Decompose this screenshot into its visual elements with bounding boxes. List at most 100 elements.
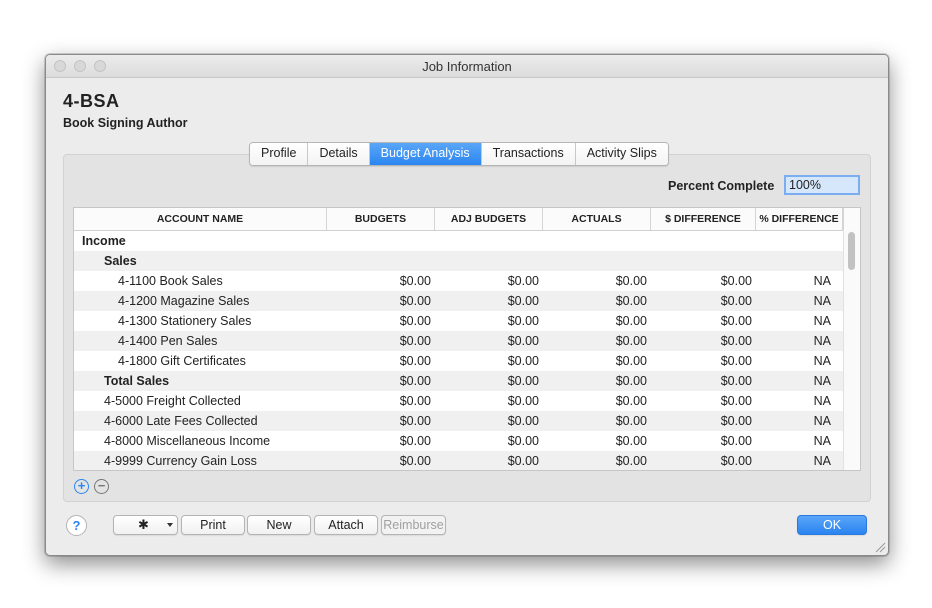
table-row[interactable]: 4-9999 Currency Gain Loss $0.00 $0.00 $0.00… bbox=[74, 451, 843, 470]
question-icon[interactable]: ? bbox=[66, 515, 87, 536]
table-row[interactable]: 4-1300 Stationery Sales $0.00 $0.00 $0.00 $0… bbox=[74, 311, 843, 331]
diff-cell: $0.00 bbox=[720, 454, 752, 468]
adj-budgets-cell: $0.00 bbox=[507, 374, 539, 388]
pct-diff-cell: NA bbox=[813, 414, 831, 428]
account-name-cell: 4-9999 Currency Gain Loss bbox=[104, 454, 257, 468]
account-name-cell: 4-8000 Miscellaneous Income bbox=[104, 434, 271, 448]
pct-diff-cell: NA bbox=[813, 314, 831, 328]
new-button[interactable]: New bbox=[247, 515, 311, 535]
tab-transactions[interactable]: Transactions bbox=[481, 143, 576, 165]
diff-cell: $0.00 bbox=[720, 314, 752, 328]
adj-budgets-cell: $0.00 bbox=[507, 274, 539, 288]
table-row[interactable]: Income bbox=[74, 231, 843, 251]
adj-budgets-cell: $0.00 bbox=[507, 414, 539, 428]
tab-activity-slips[interactable]: Activity Slips bbox=[575, 143, 668, 165]
column-header-adj-budgets[interactable]: ADJ BUDGETS bbox=[435, 208, 543, 230]
actuals-cell: $0.00 bbox=[615, 274, 647, 288]
table-row[interactable]: 4-6000 Late Fees Collected $0.00 $0.00 $0.0… bbox=[74, 411, 843, 431]
table-header: ACCOUNT NAME BUDGETS ADJ BUDGETS ACTUALS… bbox=[74, 208, 843, 231]
actuals-cell: $0.00 bbox=[615, 394, 647, 408]
resize-grip-icon[interactable] bbox=[875, 542, 886, 553]
plus-circle-icon[interactable]: + bbox=[74, 479, 89, 494]
account-name-cell: 4-1200 Magazine Sales bbox=[118, 294, 250, 308]
column-header-account-name[interactable]: ACCOUNT NAME bbox=[74, 208, 327, 230]
pct-diff-cell: NA bbox=[813, 394, 831, 408]
table-body: Income Sales 4-1100 Book Sales $0.00 $0.00 $0… bbox=[74, 231, 843, 470]
table-row[interactable]: 4-1800 Gift Certificates $0.00 $0.00 $0.00 $… bbox=[74, 351, 843, 371]
gear-menu-button[interactable]: ✱ bbox=[113, 515, 178, 535]
tab-budget-analysis[interactable]: Budget Analysis bbox=[369, 143, 482, 165]
diff-cell: $0.00 bbox=[720, 274, 752, 288]
actuals-cell: $0.00 bbox=[615, 434, 647, 448]
adj-budgets-cell: $0.00 bbox=[507, 334, 539, 348]
column-header-budgets[interactable]: BUDGETS bbox=[327, 208, 435, 230]
gear-icon: ✱ bbox=[138, 517, 149, 532]
budgets-cell: $0.00 bbox=[399, 294, 431, 308]
column-header-percent-difference[interactable]: % DIFFERENCE bbox=[756, 208, 843, 230]
actuals-cell: $0.00 bbox=[615, 334, 647, 348]
budgets-cell: $0.00 bbox=[399, 394, 431, 408]
percent-complete-input[interactable] bbox=[784, 175, 860, 195]
budgets-cell: $0.00 bbox=[399, 374, 431, 388]
tab-bar: Profile Details Budget Analysis Transact… bbox=[249, 142, 669, 166]
ok-button[interactable]: OK bbox=[797, 515, 867, 535]
minus-circle-icon[interactable]: − bbox=[94, 479, 109, 494]
column-header-dollar-difference[interactable]: $ DIFFERENCE bbox=[651, 208, 756, 230]
column-header-actuals[interactable]: ACTUALS bbox=[543, 208, 651, 230]
vertical-scrollbar[interactable] bbox=[843, 230, 860, 470]
table-row[interactable]: 4-8000 Miscellaneous Income $0.00 $0.00 $0.… bbox=[74, 431, 843, 451]
actuals-cell: $0.00 bbox=[615, 314, 647, 328]
adj-budgets-cell: $0.00 bbox=[507, 294, 539, 308]
table-row[interactable]: 4-1100 Book Sales $0.00 $0.00 $0.00 $0.00 NA bbox=[74, 271, 843, 291]
title-bar[interactable]: Job Information bbox=[46, 55, 888, 78]
budgets-cell: $0.00 bbox=[399, 454, 431, 468]
actuals-cell: $0.00 bbox=[615, 414, 647, 428]
pct-diff-cell: NA bbox=[813, 434, 831, 448]
chevron-down-icon bbox=[167, 523, 173, 527]
reimburse-button: Reimburse bbox=[381, 515, 446, 535]
budgets-cell: $0.00 bbox=[399, 314, 431, 328]
adj-budgets-cell: $0.00 bbox=[507, 394, 539, 408]
print-button[interactable]: Print bbox=[181, 515, 245, 535]
account-name-cell: Sales bbox=[104, 254, 137, 268]
diff-cell: $0.00 bbox=[720, 294, 752, 308]
diff-cell: $0.00 bbox=[720, 354, 752, 368]
account-name-cell: Income bbox=[82, 234, 126, 248]
table-row[interactable]: 4-1200 Magazine Sales $0.00 $0.00 $0.00 $0.0… bbox=[74, 291, 843, 311]
table-row[interactable]: Sales bbox=[74, 251, 843, 271]
actuals-cell: $0.00 bbox=[615, 354, 647, 368]
table-row[interactable]: Total Sales $0.00 $0.00 $0.00 $0.00 NA bbox=[74, 371, 843, 391]
pct-diff-cell: NA bbox=[813, 454, 831, 468]
scrollbar-thumb[interactable] bbox=[848, 232, 855, 270]
adj-budgets-cell: $0.00 bbox=[507, 354, 539, 368]
tab-profile[interactable]: Profile bbox=[250, 143, 309, 165]
budget-table: ACCOUNT NAME BUDGETS ADJ BUDGETS ACTUALS… bbox=[73, 207, 861, 471]
budgets-cell: $0.00 bbox=[399, 414, 431, 428]
tab-details[interactable]: Details bbox=[308, 143, 370, 165]
pct-diff-cell: NA bbox=[813, 274, 831, 288]
attach-button[interactable]: Attach bbox=[314, 515, 378, 535]
diff-cell: $0.00 bbox=[720, 394, 752, 408]
diff-cell: $0.00 bbox=[720, 434, 752, 448]
adj-budgets-cell: $0.00 bbox=[507, 454, 539, 468]
actuals-cell: $0.00 bbox=[615, 294, 647, 308]
job-code: 4-BSA bbox=[63, 91, 120, 111]
budgets-cell: $0.00 bbox=[399, 354, 431, 368]
account-name-cell: 4-1100 Book Sales bbox=[118, 274, 223, 288]
budgets-cell: $0.00 bbox=[399, 274, 431, 288]
account-name-cell: 4-1800 Gift Certificates bbox=[118, 354, 246, 368]
budgets-cell: $0.00 bbox=[399, 334, 431, 348]
table-row[interactable]: 4-1400 Pen Sales $0.00 $0.00 $0.00 $0.00 NA bbox=[74, 331, 843, 351]
job-information-window: Job Information 4-BSA Book Signing Autho… bbox=[45, 54, 889, 556]
table-row[interactable]: 4-5000 Freight Collected $0.00 $0.00 $0.00 $… bbox=[74, 391, 843, 411]
account-name-cell: 4-6000 Late Fees Collected bbox=[104, 414, 258, 428]
pct-diff-cell: NA bbox=[813, 334, 831, 348]
percent-complete-label: Percent Complete bbox=[668, 179, 775, 193]
actuals-cell: $0.00 bbox=[615, 454, 647, 468]
account-name-cell: 4-5000 Freight Collected bbox=[104, 394, 241, 408]
window-title: Job Information bbox=[422, 59, 512, 74]
account-name-cell: 4-1400 Pen Sales bbox=[118, 334, 218, 348]
diff-cell: $0.00 bbox=[720, 334, 752, 348]
adj-budgets-cell: $0.00 bbox=[507, 434, 539, 448]
budgets-cell: $0.00 bbox=[399, 434, 431, 448]
